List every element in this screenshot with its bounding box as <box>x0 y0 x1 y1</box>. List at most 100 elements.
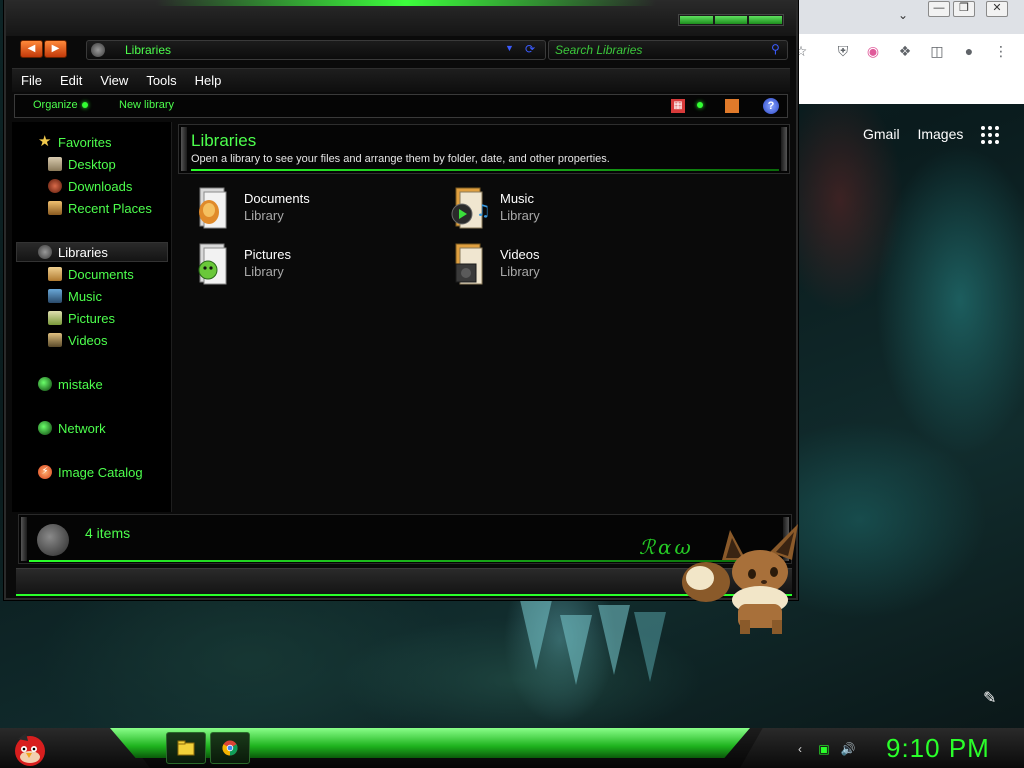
taskbar-clock[interactable]: 9:10 PM <box>886 733 990 764</box>
browser-menu-icon[interactable]: ⋮ <box>992 42 1010 60</box>
search-box[interactable]: ⚲ <box>548 40 788 60</box>
preview-pane-icon[interactable] <box>725 99 739 113</box>
gmail-link[interactable]: Gmail <box>863 126 900 142</box>
desktop-icon <box>48 157 62 171</box>
nav-image-catalog-label: Image Catalog <box>58 464 143 480</box>
new-library-button[interactable]: New library <box>119 99 174 111</box>
browser-restore-button[interactable]: ❐ <box>953 1 975 17</box>
search-input[interactable] <box>555 43 755 57</box>
header-edge-right <box>781 127 787 171</box>
title-bar[interactable] <box>6 0 796 36</box>
minimize-button[interactable] <box>680 16 713 24</box>
browser-close-button[interactable]: ✕ <box>986 1 1008 17</box>
library-item-documents[interactable]: Documents Library <box>194 186 434 232</box>
navigation-arrows: ◀ ▶ <box>20 40 67 58</box>
address-dropdown-icon[interactable]: ▼ <box>505 43 514 53</box>
refresh-icon[interactable]: ⟳ <box>525 42 535 56</box>
recent-places-icon <box>48 201 62 215</box>
nav-recent-places[interactable]: Recent Places <box>48 198 152 218</box>
library-item-pictures[interactable]: Pictures Library <box>194 242 434 288</box>
action-center-icon[interactable]: ▣ <box>816 741 832 757</box>
menu-help[interactable]: Help <box>186 69 231 92</box>
extensions-puzzle-icon[interactable]: ❖ <box>896 42 914 60</box>
status-glow <box>16 594 792 596</box>
browser-tab-strip: ⌄ — ❐ ✕ <box>790 0 1024 34</box>
library-type: Library <box>500 208 540 223</box>
address-location[interactable]: Libraries <box>125 43 171 57</box>
library-item-music[interactable]: ♫ Music Library <box>450 186 690 232</box>
taskbar <box>0 728 1024 768</box>
videos-icon <box>48 333 62 347</box>
maximize-button[interactable] <box>714 16 748 24</box>
network-orb-icon <box>38 421 52 435</box>
show-hidden-icons-chevron-icon[interactable]: ‹ <box>792 741 808 757</box>
details-pane: 4 items ℛαω <box>18 514 792 564</box>
header-edge-left <box>181 127 187 171</box>
nav-libraries-label: Libraries <box>58 244 108 260</box>
nav-homegroup[interactable]: mistake <box>38 374 103 394</box>
menu-file[interactable]: File <box>12 69 51 92</box>
caption-buttons <box>678 14 784 26</box>
google-header-links: Gmail Images <box>863 126 977 142</box>
new-library-label: New library <box>119 99 175 111</box>
taskbar-chrome-button[interactable] <box>210 732 250 764</box>
images-link[interactable]: Images <box>917 126 963 142</box>
nav-pictures[interactable]: Pictures <box>48 308 115 328</box>
menu-view[interactable]: View <box>91 69 137 92</box>
libraries-location-icon <box>91 43 105 57</box>
start-button-angry-bird-icon[interactable] <box>8 729 50 767</box>
nav-downloads-label: Downloads <box>68 178 133 194</box>
eevee-desktop-pet[interactable] <box>680 520 806 636</box>
forward-button[interactable]: ▶ <box>44 40 67 58</box>
library-description: Open a library to see your files and arr… <box>191 153 610 165</box>
library-name: Documents <box>244 191 310 206</box>
side-panel-icon[interactable]: ◫ <box>928 42 946 60</box>
browser-minimize-button[interactable]: — <box>928 1 950 17</box>
ublock-shield-icon[interactable]: ⛨ <box>834 42 852 60</box>
nav-network[interactable]: Network <box>38 418 106 438</box>
nav-desktop[interactable]: Desktop <box>48 154 116 174</box>
library-header: Libraries Open a library to see your fil… <box>178 124 790 174</box>
address-bar[interactable]: Libraries ▼ ⟳ <box>86 40 546 60</box>
nav-videos[interactable]: Videos <box>48 330 108 350</box>
organize-dropdown-icon <box>81 102 88 109</box>
profile-avatar-icon[interactable]: ● <box>960 42 978 60</box>
menu-tools[interactable]: Tools <box>137 69 185 92</box>
extension-flag-icon[interactable]: ◉ <box>864 42 882 60</box>
view-dropdown-icon[interactable] <box>693 99 707 113</box>
customize-pencil-icon[interactable]: ✎ <box>983 688 996 708</box>
tab-search-chevron-icon[interactable]: ⌄ <box>898 8 908 22</box>
nav-documents[interactable]: Documents <box>48 264 134 284</box>
videos-library-icon <box>455 243 483 285</box>
google-apps-icon[interactable] <box>981 126 999 144</box>
nav-favorites[interactable]: ★ Favorites <box>38 132 111 152</box>
details-glow <box>29 560 779 562</box>
nav-desktop-label: Desktop <box>68 156 116 172</box>
nav-network-label: Network <box>58 420 106 436</box>
taskbar-explorer-button[interactable] <box>166 732 206 764</box>
details-edge-left <box>21 517 27 561</box>
back-button[interactable]: ◀ <box>20 40 43 58</box>
nav-image-catalog[interactable]: ⚡ Image Catalog <box>38 462 143 482</box>
taskbar-glow <box>110 728 750 758</box>
nav-videos-label: Videos <box>68 332 108 348</box>
pictures-icon <box>48 311 62 325</box>
menu-bar: File Edit View Tools Help <box>12 68 790 92</box>
nav-music[interactable]: Music <box>48 286 102 306</box>
downloads-icon <box>48 179 62 193</box>
header-glow <box>191 169 779 171</box>
nav-downloads[interactable]: Downloads <box>48 176 132 196</box>
library-type: Library <box>500 264 540 279</box>
libraries-large-icon <box>37 524 69 556</box>
volume-icon[interactable]: 🔊 <box>840 741 856 757</box>
documents-library-icon <box>199 187 227 229</box>
nav-homegroup-label: mistake <box>58 376 103 392</box>
help-icon[interactable]: ? <box>763 98 779 114</box>
search-icon[interactable]: ⚲ <box>771 42 780 56</box>
organize-button[interactable]: Organize <box>33 99 88 111</box>
close-button[interactable] <box>749 16 783 24</box>
library-item-videos[interactable]: Videos Library <box>450 242 690 288</box>
view-options-icon[interactable]: ▦ <box>671 99 685 113</box>
menu-edit[interactable]: Edit <box>51 69 91 92</box>
nav-libraries[interactable]: Libraries <box>38 242 108 262</box>
